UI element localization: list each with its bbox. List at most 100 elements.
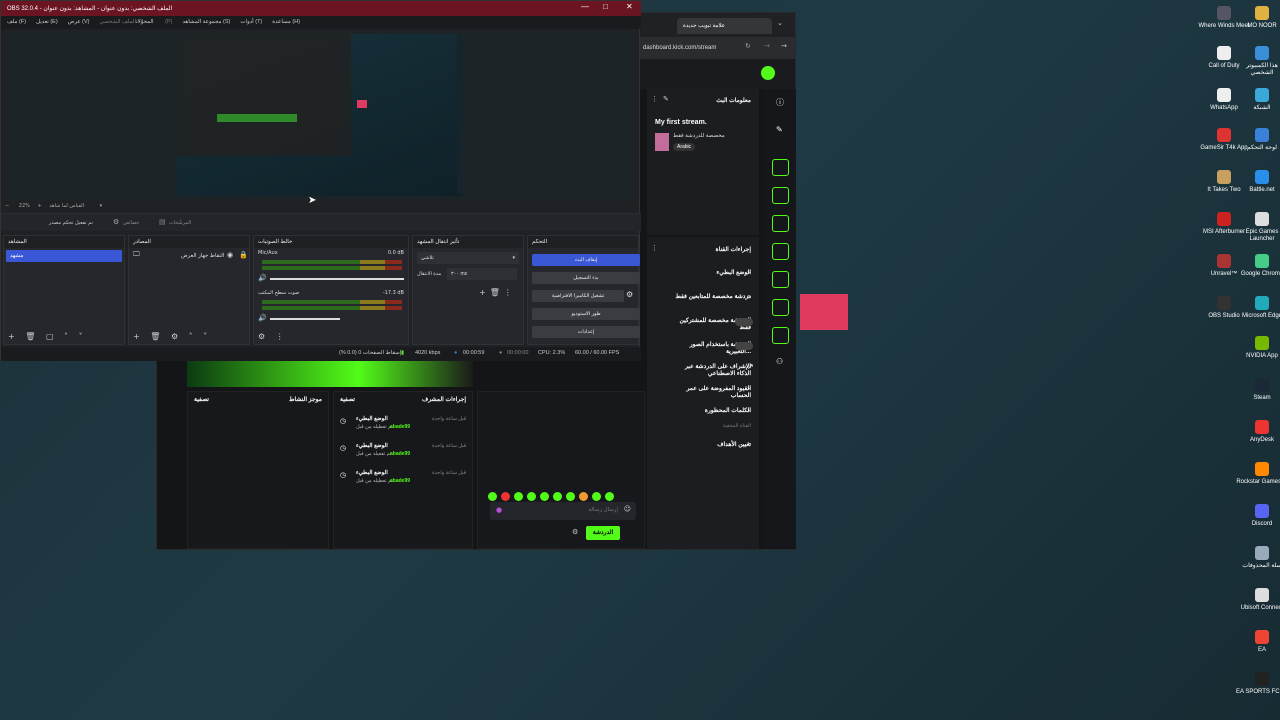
- transition-select[interactable]: تلاشي ▾: [417, 252, 519, 264]
- zoom-in-icon[interactable]: +: [38, 203, 42, 209]
- activity-filter[interactable]: تصفية: [194, 396, 209, 403]
- scene-item[interactable]: مشهد: [6, 250, 122, 262]
- event-user[interactable]: abade99: [390, 424, 410, 430]
- duration-input[interactable]: ٣٠٠ ms: [447, 268, 517, 280]
- menu-item[interactable]: مساعدة (H): [272, 19, 300, 25]
- desktop-icon[interactable]: Google Chrome: [1236, 254, 1280, 278]
- maximize-icon[interactable]: □: [603, 2, 608, 11]
- transition-buttons[interactable]: +🗑⋮: [479, 288, 516, 297]
- event-user[interactable]: abade99: [390, 451, 410, 457]
- chevron-down-icon[interactable]: ⌄: [777, 19, 783, 27]
- emote-icon[interactable]: [592, 492, 601, 501]
- lightning-icon[interactable]: [772, 187, 789, 204]
- speaker-icon[interactable]: 🔊: [258, 314, 267, 322]
- mic-icon[interactable]: ●: [496, 506, 502, 514]
- desktop-icon[interactable]: EA SPORTS FC 26: [1236, 672, 1280, 696]
- channel-action-item[interactable]: دردشة مخصصة للمتابعين فقط: [675, 293, 751, 300]
- reload-icon[interactable]: ↻: [745, 42, 751, 50]
- desktop-icon[interactable]: Epic Games Launcher: [1236, 212, 1280, 243]
- menu-item[interactable]: ملف (F): [7, 19, 26, 25]
- desktop-icon[interactable]: Battle.net: [1236, 170, 1280, 194]
- filter-icon[interactable]: ▤: [159, 218, 166, 226]
- speaker-icon[interactable]: 🔊: [258, 274, 267, 282]
- channel-action-item[interactable]: الوضع البطيء: [716, 269, 751, 276]
- layers-icon[interactable]: [772, 299, 789, 316]
- pencil-icon[interactable]: ✎: [776, 125, 783, 134]
- emote-icon[interactable]: [527, 492, 536, 501]
- menu-item[interactable]: عرض (V): [68, 19, 90, 25]
- desktop-icon[interactable]: MO NOOR: [1236, 6, 1280, 30]
- browser-tab[interactable]: علامة تبويب جديدة: [677, 18, 772, 34]
- mixer-footer[interactable]: ⚙ ⋮: [254, 331, 408, 344]
- emote-icon[interactable]: [488, 492, 497, 501]
- channel-action-item[interactable]: الإشراف على الدردشة عبر الذكاء الاصطناعي: [673, 363, 751, 377]
- channel-action-item[interactable]: الكلمات المحظورة: [705, 407, 751, 414]
- desktop-icon[interactable]: Discord: [1236, 504, 1280, 528]
- edit-icon[interactable]: ✎: [663, 95, 669, 103]
- start-recording-button[interactable]: بدء التسجيل: [532, 272, 640, 284]
- desktop-icon[interactable]: NVIDIA App: [1236, 336, 1280, 360]
- more-icon[interactable]: ⋮: [651, 95, 658, 103]
- chat-icon[interactable]: [772, 243, 789, 260]
- minimize-icon[interactable]: —: [581, 2, 589, 11]
- menu-item[interactable]: مجموعة المشاهد (S): [182, 19, 230, 25]
- chat-input[interactable]: ● إرسال رسالة ☺: [490, 502, 636, 520]
- url-field[interactable]: dashboard.kick.com/stream: [641, 41, 721, 55]
- chat-send-button[interactable]: الدردشة: [586, 526, 620, 540]
- gear-icon[interactable]: ⚙: [572, 528, 578, 536]
- desktop-icon[interactable]: Rockstar Games ...: [1236, 462, 1280, 486]
- desktop-icon[interactable]: الشبكة: [1236, 88, 1280, 112]
- emote-icon[interactable]: [566, 492, 575, 501]
- set-goals-item[interactable]: تعيين الأهداف: [717, 441, 751, 448]
- mod-filter[interactable]: تصفية: [340, 396, 355, 403]
- forward-icon[interactable]: →: [764, 42, 770, 50]
- scenes-footer[interactable]: + 🗑 ▢ ˄ ˅: [4, 331, 124, 344]
- wrench-icon[interactable]: [772, 327, 789, 344]
- people-icon[interactable]: ⚇: [776, 357, 783, 366]
- info-icon[interactable]: ⓘ: [776, 97, 784, 108]
- emoji-icon[interactable]: ☺: [624, 505, 631, 513]
- menu-item[interactable]: المحوّلات: [136, 19, 153, 25]
- settings-button[interactable]: إعدادات: [532, 326, 640, 338]
- source-item[interactable]: 🖵 التقاط جهاز العرض ◉ 🔒: [131, 250, 248, 262]
- volume-slider[interactable]: [270, 318, 340, 320]
- emote-icon[interactable]: [501, 492, 510, 501]
- volume-slider[interactable]: [270, 278, 404, 280]
- broadcast-icon[interactable]: [772, 271, 789, 288]
- close-icon[interactable]: ✕: [626, 2, 633, 11]
- properties-button[interactable]: خصائص: [123, 220, 139, 226]
- menu-item[interactable]: تعديل (E): [36, 19, 58, 25]
- scan-icon[interactable]: [772, 159, 789, 176]
- clipboard-icon[interactable]: [772, 215, 789, 232]
- desktop-icon[interactable]: Steam: [1236, 378, 1280, 402]
- toggle-switch[interactable]: [735, 342, 753, 350]
- event-user[interactable]: abade99: [390, 478, 410, 484]
- sources-footer[interactable]: + 🗑 ⚙ ˄ ˅: [129, 331, 249, 344]
- zoom-out-icon[interactable]: −: [5, 203, 9, 209]
- zoom-dropdown-icon[interactable]: ▾: [100, 203, 103, 209]
- emote-icon[interactable]: [553, 492, 562, 501]
- stop-stream-button[interactable]: إيقاف البث: [532, 254, 640, 266]
- filters-button[interactable]: المرشّحات: [169, 220, 191, 226]
- emote-icon[interactable]: [540, 492, 549, 501]
- eye-icon[interactable]: ◉: [227, 251, 233, 259]
- emote-icon[interactable]: [579, 492, 588, 501]
- channel-action-item[interactable]: القيود المفروضة على عمر الحساب: [673, 385, 751, 399]
- toggle-switch[interactable]: [735, 318, 753, 326]
- desktop-icon[interactable]: EA: [1236, 630, 1280, 654]
- emote-icon[interactable]: [514, 492, 523, 501]
- more-icon[interactable]: ⋮: [651, 244, 658, 252]
- desktop-icon[interactable]: Microsoft Edge: [1236, 296, 1280, 320]
- lock-icon[interactable]: 🔒: [239, 251, 248, 259]
- studio-mode-button[interactable]: طور الاستوديو: [532, 308, 640, 320]
- gear-icon[interactable]: ⚙: [626, 290, 633, 299]
- desktop-icon[interactable]: هذا الكمبيوتر الشخصي: [1236, 46, 1280, 77]
- gear-icon[interactable]: ⚙: [113, 218, 119, 226]
- desktop-icon[interactable]: Ubisoft Connect: [1236, 588, 1280, 612]
- virtual-camera-button[interactable]: تشغيل الكاميرا الافتراضية: [532, 290, 624, 302]
- back-icon[interactable]: →: [781, 42, 787, 50]
- emote-icon[interactable]: [605, 492, 614, 501]
- menu-item[interactable]: أدوات (T): [240, 19, 262, 25]
- desktop-icon[interactable]: AnyDesk: [1236, 420, 1280, 444]
- desktop-icon[interactable]: لوحة التحكم: [1236, 128, 1280, 152]
